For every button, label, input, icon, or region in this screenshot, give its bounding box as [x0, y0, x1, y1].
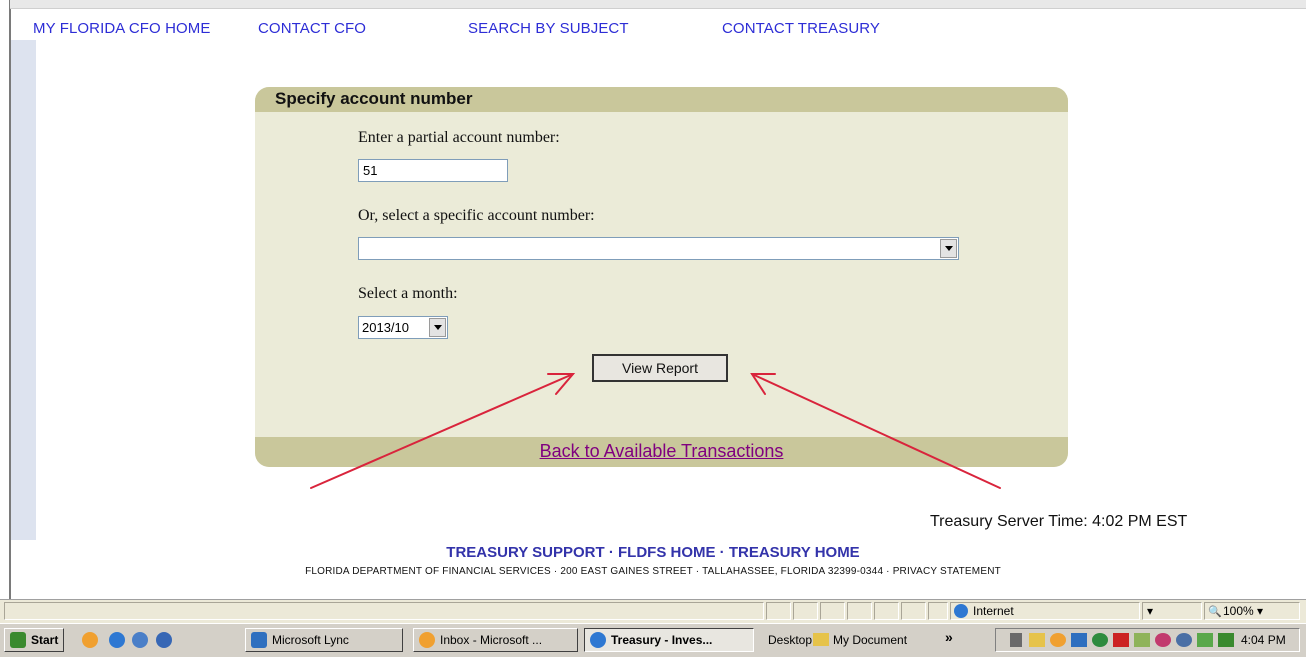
server-time: Treasury Server Time: 4:02 PM EST — [930, 513, 1188, 530]
tray-icon[interactable] — [1134, 633, 1150, 647]
status-text-cell — [4, 602, 764, 620]
status-cell — [793, 602, 818, 620]
security-zone[interactable]: Internet — [950, 602, 1140, 620]
taskbar-item-label: Inbox - Microsoft ... — [440, 633, 543, 647]
windows-taskbar: Start Microsoft Lync Inbox - Microsoft .… — [0, 623, 1306, 657]
tray-icon[interactable] — [1176, 633, 1192, 647]
status-cell — [928, 602, 948, 620]
status-cell — [847, 602, 872, 620]
internet-explorer-icon — [590, 632, 606, 648]
windows-logo-icon — [10, 632, 26, 648]
globe-icon — [954, 604, 968, 618]
toolbar-label: My Document — [833, 633, 908, 647]
footer-separator: · — [719, 544, 725, 561]
network-icon[interactable] — [1071, 633, 1087, 647]
taskbar-item-inbox[interactable]: Inbox - Microsoft ... — [413, 628, 578, 652]
internet-explorer-icon[interactable] — [109, 632, 125, 648]
status-cell — [874, 602, 899, 620]
status-cell — [901, 602, 926, 620]
zoom-control[interactable]: 🔍 100% ▾ — [1204, 602, 1300, 620]
outlook-icon[interactable] — [1050, 633, 1066, 647]
zoom-level: 100% — [1223, 604, 1254, 618]
browser-icon[interactable] — [132, 632, 148, 648]
folder-icon — [813, 633, 829, 646]
protected-mode-toggle[interactable]: ▾ — [1142, 602, 1202, 620]
treasury-support-link[interactable]: TREASURY SUPPORT — [446, 544, 604, 561]
footer-address: FLORIDA DEPARTMENT OF FINANCIAL SERVICES… — [305, 566, 1001, 577]
media-player-icon[interactable] — [156, 632, 172, 648]
acrobat-icon[interactable] — [1113, 633, 1129, 647]
browser-status-bar: Internet ▾ 🔍 100% ▾ — [0, 599, 1306, 623]
magnifier-icon: 🔍 — [1208, 606, 1222, 618]
arrow-right-line — [751, 373, 1001, 489]
taskbar-item-label: Microsoft Lync — [272, 633, 349, 647]
start-button[interactable]: Start — [4, 628, 64, 652]
system-tray: 4:04 PM — [995, 628, 1300, 652]
tray-icon[interactable] — [1010, 633, 1022, 647]
fldfs-home-link[interactable]: FLDFS HOME — [618, 544, 716, 561]
toolbar-desktop[interactable]: Desktop — [768, 633, 812, 647]
lync-icon — [251, 632, 267, 648]
status-cell — [820, 602, 845, 620]
clock[interactable]: 4:04 PM — [1241, 633, 1286, 647]
tray-icon[interactable] — [1218, 633, 1234, 647]
outlook-icon — [419, 632, 435, 648]
toolbar-my-documents[interactable]: My Document — [813, 633, 907, 647]
start-label: Start — [31, 633, 59, 647]
tray-icon[interactable] — [1197, 633, 1213, 647]
mail-icon[interactable] — [1029, 633, 1045, 647]
lync-status-icon[interactable] — [1092, 633, 1108, 647]
footer-links: TREASURY SUPPORT · FLDFS HOME · TREASURY… — [0, 544, 1306, 561]
treasury-home-link[interactable]: TREASURY HOME — [729, 544, 860, 561]
taskbar-item-treasury[interactable]: Treasury - Inves... — [584, 628, 754, 652]
arrow-left-line — [310, 373, 574, 489]
status-cell — [766, 602, 791, 620]
outlook-icon[interactable] — [82, 632, 98, 648]
zone-label: Internet — [973, 604, 1014, 618]
taskbar-item-lync[interactable]: Microsoft Lync — [245, 628, 403, 652]
quick-launch — [74, 630, 214, 650]
toolbar-overflow-chevron[interactable]: » — [945, 629, 953, 645]
footer-separator: · — [608, 544, 614, 561]
security-shield-icon[interactable] — [1155, 633, 1171, 647]
taskbar-item-label: Treasury - Inves... — [611, 633, 713, 647]
